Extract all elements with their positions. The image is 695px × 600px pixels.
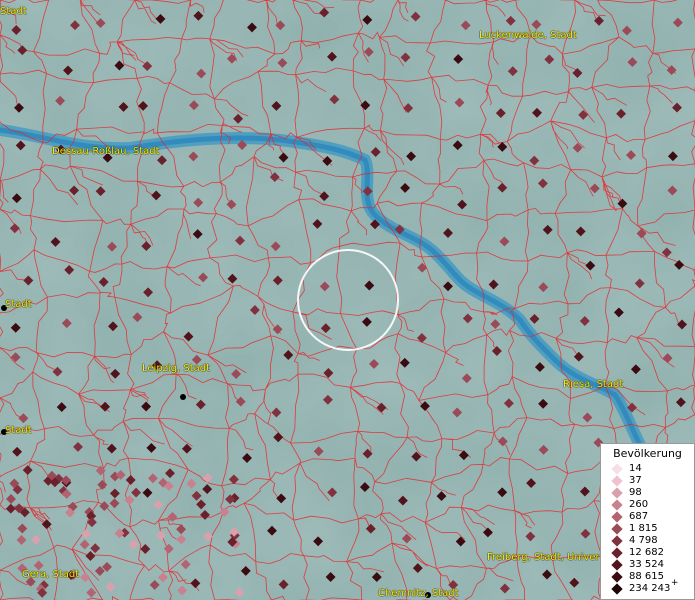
legend-label: 37 — [629, 475, 642, 486]
legend-swatch — [611, 486, 623, 499]
legend-swatch — [611, 498, 623, 511]
legend-plus: + — [670, 578, 679, 588]
legend-label: 14 — [629, 463, 642, 474]
legend-item: 12 682 — [611, 546, 664, 559]
legend-item: 1 815 — [611, 522, 658, 535]
legend-swatch — [611, 558, 623, 571]
legend-swatch — [611, 582, 623, 595]
city-label-stadt-w2: Stadt — [5, 425, 32, 436]
city-label-stadt-nw: Stadt — [0, 6, 27, 17]
legend-swatch — [611, 534, 623, 547]
legend-label: 234 243 — [629, 583, 671, 594]
legend-title: Bevölkerung — [613, 447, 682, 460]
legend-item: 33 524 — [611, 558, 664, 571]
legend-swatch — [611, 570, 623, 583]
legend-label: 1 815 — [629, 523, 658, 534]
city-label-gera: Gera, Stadt — [22, 569, 80, 580]
city-label-freiberg: Freiberg, Stadt, Univer — [487, 552, 600, 563]
city-label-dessau: Dessau-Roßlau, Stadt — [52, 146, 160, 157]
legend-swatch — [611, 462, 623, 475]
map-canvas[interactable] — [0, 0, 695, 600]
legend-label: 4 798 — [629, 535, 658, 546]
city-label-stadt-w1: Stadt — [5, 299, 32, 310]
legend-label: 12 682 — [629, 547, 664, 558]
city-label-luckenwalde: Luckenwalde, Stadt — [479, 30, 577, 41]
legend-label: 98 — [629, 487, 642, 498]
legend-item: 4 798 — [611, 534, 658, 547]
legend-item: 234 243 + — [611, 578, 678, 595]
legend-swatch — [611, 474, 623, 487]
city-dot — [180, 394, 186, 400]
legend: Bevölkerung 14 37 98 260 687 1 815 4 798… — [600, 443, 695, 600]
legend-item: 98 — [611, 486, 642, 499]
legend-label: 687 — [629, 511, 649, 522]
legend-label: 33 524 — [629, 559, 664, 570]
legend-swatch — [611, 522, 623, 535]
legend-item: 37 — [611, 474, 642, 487]
legend-label: 88 615 — [629, 571, 664, 582]
legend-item: 687 — [611, 510, 649, 523]
city-label-chemnitz: Chemnitz, Stadt — [378, 588, 459, 599]
legend-item: 260 — [611, 498, 649, 511]
legend-label: 260 — [629, 499, 649, 510]
legend-item: 14 — [611, 462, 642, 475]
city-label-riesa: Riesa, Stadt — [563, 379, 624, 390]
legend-swatch — [611, 510, 623, 523]
city-label-leipzig: Leipzig, Stadt — [142, 363, 211, 374]
legend-swatch — [611, 546, 623, 559]
legend-item: 88 615 — [611, 570, 664, 583]
